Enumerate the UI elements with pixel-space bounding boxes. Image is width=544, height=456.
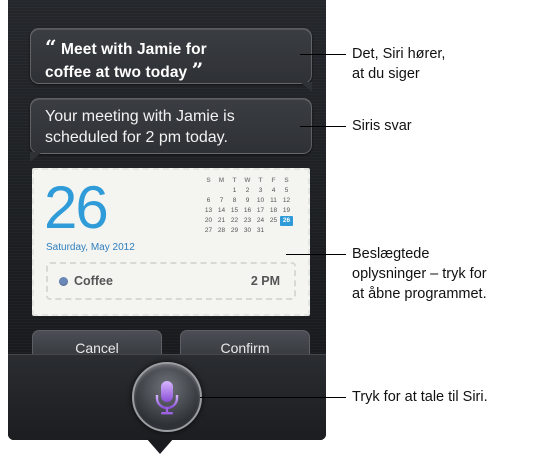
callout-info-line1: Beslægtede bbox=[352, 246, 430, 262]
calendar-day: 10 bbox=[256, 197, 265, 204]
calendar-day: 8 bbox=[232, 197, 237, 204]
calendar-day: 6 bbox=[206, 197, 211, 204]
user-query-text: “ Meet with Jamie for coffee at two toda… bbox=[45, 37, 295, 83]
calendar-day: 19 bbox=[282, 207, 291, 214]
siri-mic-button[interactable] bbox=[132, 362, 202, 432]
calendar-day: 31 bbox=[256, 227, 265, 234]
calendar-day: 24 bbox=[256, 217, 265, 224]
panel-pointer bbox=[146, 438, 174, 454]
callout-line-info bbox=[286, 254, 346, 255]
calendar-day: 11 bbox=[270, 197, 277, 204]
event-title: Coffee bbox=[74, 274, 113, 288]
day-number: 26 bbox=[44, 174, 109, 241]
calendar-day: 4 bbox=[271, 187, 276, 194]
bubble-tail bbox=[30, 152, 42, 162]
calendar-color-dot-icon bbox=[59, 277, 68, 286]
calendar-blank bbox=[280, 226, 293, 236]
siri-panel: “ Meet with Jamie for coffee at two toda… bbox=[8, 0, 326, 440]
close-quote-icon: ” bbox=[191, 58, 204, 82]
calendar-day: 21 bbox=[217, 217, 226, 224]
calendar-day: 25 bbox=[269, 217, 278, 224]
calendar-day: 1 bbox=[232, 187, 237, 194]
callout-heard-line2: at du siger bbox=[352, 66, 420, 82]
callout-info-line3: at åbne programmet. bbox=[352, 286, 487, 302]
siri-response-line1: Your meeting with Jamie is bbox=[45, 108, 235, 125]
callout-answer: Siris svar bbox=[352, 118, 412, 134]
calendar-blank bbox=[267, 226, 280, 236]
calendar-day: 27 bbox=[204, 227, 213, 234]
weekday-header: F bbox=[271, 177, 276, 184]
callout-speak: Tryk for at tale til Siri. bbox=[352, 389, 488, 405]
calendar-day: 15 bbox=[230, 207, 239, 214]
calendar-day: 12 bbox=[282, 197, 291, 204]
calendar-day: 3 bbox=[258, 187, 263, 194]
calendar-day: 30 bbox=[243, 227, 252, 234]
weekday-header: S bbox=[284, 177, 289, 184]
calendar-day: 2 bbox=[245, 187, 250, 194]
weekday-header: W bbox=[244, 177, 251, 184]
callout-heard-line1: Det, Siri hører, bbox=[352, 46, 446, 62]
siri-response-line2: scheduled for 2 pm today. bbox=[45, 129, 228, 146]
weekday-header: T bbox=[258, 177, 263, 184]
calendar-day: 18 bbox=[269, 207, 278, 214]
callout-line-heard bbox=[300, 54, 346, 55]
open-quote-icon: “ bbox=[45, 35, 57, 59]
callout-line-answer bbox=[300, 126, 346, 127]
bubble-tail bbox=[300, 82, 312, 92]
calendar-day: 22 bbox=[230, 217, 239, 224]
calendar-day: 14 bbox=[217, 207, 226, 214]
callout-info-line2: oplysninger – tryk for bbox=[352, 266, 487, 282]
weekday-header: T bbox=[232, 177, 237, 184]
mini-month-calendar: S M T W T F S 1 2 3 4 5 6 7 8 9 10 11 12 13 14 15 16 17 18 19 20 21… bbox=[202, 176, 293, 236]
user-speech-bubble: “ Meet with Jamie for coffee at two toda… bbox=[30, 28, 312, 92]
date-label: Saturday, May 2012 bbox=[46, 242, 135, 253]
callout-heard: Det, Siri hører, at du siger bbox=[352, 44, 445, 84]
event-time: 2 PM bbox=[250, 274, 280, 288]
calendar-day: 23 bbox=[243, 217, 252, 224]
calendar-day: 20 bbox=[204, 217, 213, 224]
calendar-blank bbox=[215, 186, 228, 196]
calendar-blank bbox=[202, 186, 215, 196]
calendar-day: 13 bbox=[204, 207, 213, 214]
user-query-line1: Meet with Jamie for bbox=[61, 41, 207, 58]
callout-info: Beslægtede oplysninger – tryk for at åbn… bbox=[352, 244, 487, 304]
siri-response-text: Your meeting with Jamie is scheduled for… bbox=[45, 106, 305, 148]
weekday-header: M bbox=[218, 177, 225, 184]
calendar-card[interactable]: 26 Saturday, May 2012 S M T W T F S 1 2 3 4 5 6 7 8 9 10… bbox=[32, 168, 310, 316]
microphone-icon bbox=[155, 381, 179, 415]
siri-response-bubble: Your meeting with Jamie is scheduled for… bbox=[30, 98, 312, 162]
event-item[interactable]: Coffee 2 PM bbox=[46, 262, 296, 300]
calendar-day: 5 bbox=[284, 187, 289, 194]
calendar-day: 7 bbox=[219, 197, 224, 204]
calendar-day: 26 bbox=[280, 216, 293, 226]
calendar-day: 29 bbox=[230, 227, 239, 234]
calendar-day: 9 bbox=[245, 197, 250, 204]
calendar-day: 17 bbox=[256, 207, 265, 214]
calendar-day: 28 bbox=[217, 227, 226, 234]
weekday-header: S bbox=[206, 177, 211, 184]
callout-line-speak bbox=[200, 397, 346, 398]
calendar-day: 16 bbox=[243, 207, 252, 214]
user-query-line2: coffee at two today bbox=[45, 64, 188, 81]
